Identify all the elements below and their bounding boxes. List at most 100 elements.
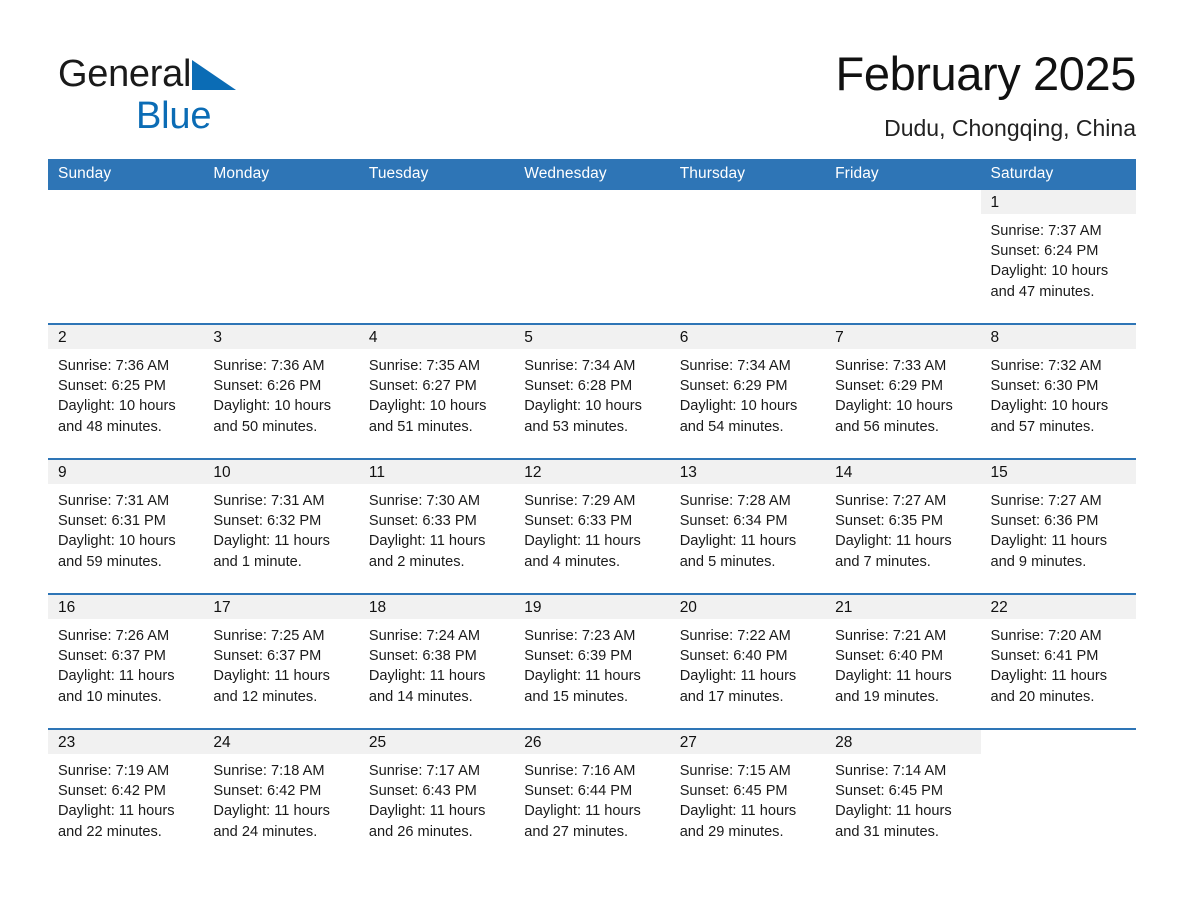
day-number: 26 bbox=[514, 730, 670, 754]
calendar-day-cell[interactable]: 6 Sunrise: 7:34 AM Sunset: 6:29 PM Daylight… bbox=[669, 323, 826, 459]
calendar-day-cell[interactable]: 26 Sunrise: 7:16 AM Sunset: 6:44 PM Dayligh… bbox=[514, 728, 670, 863]
calendar-day-cell[interactable]: 1 Sunrise: 7:37 AM Sunset: 6:24 PM Daylight… bbox=[980, 190, 1136, 324]
calendar-cell-empty bbox=[825, 190, 980, 324]
day-cell-inner: 6 Sunrise: 7:34 AM Sunset: 6:29 PM Daylight… bbox=[669, 325, 826, 458]
daylight-text-line2: and 15 minutes. bbox=[524, 688, 629, 705]
calendar-day-cell[interactable]: 22 Sunrise: 7:20 AM Sunset: 6:41 PM Dayligh… bbox=[980, 593, 1136, 729]
calendar-cell-empty bbox=[980, 728, 1136, 863]
sunrise-text: Sunrise: 7:18 AM bbox=[213, 763, 325, 779]
daylight-text-line2: and 57 minutes. bbox=[990, 418, 1095, 435]
daylight-text-line2: and 7 minutes. bbox=[835, 553, 931, 570]
day-number: 22 bbox=[980, 595, 1136, 619]
daylight-text-line2: and 10 minutes. bbox=[58, 688, 162, 705]
daylight-text-line1: Daylight: 10 hours bbox=[679, 398, 798, 415]
calendar-day-cell[interactable]: 7 Sunrise: 7:33 AM Sunset: 6:29 PM Daylight… bbox=[825, 323, 981, 459]
sunrise-text: Sunrise: 7:31 AM bbox=[213, 493, 325, 509]
day-number: 7 bbox=[825, 325, 981, 349]
calendar-day-cell[interactable]: 15 Sunrise: 7:27 AM Sunset: 6:36 PM Dayligh… bbox=[980, 458, 1136, 594]
daylight-text-line2: and 29 minutes. bbox=[679, 823, 784, 840]
calendar-day-cell[interactable]: 14 Sunrise: 7:27 AM Sunset: 6:35 PM Dayligh… bbox=[825, 458, 981, 594]
day-cell-inner: 27 Sunrise: 7:15 AM Sunset: 6:45 PM Dayligh… bbox=[669, 730, 826, 863]
day-cell-inner: 11 Sunrise: 7:30 AM Sunset: 6:33 PM Dayligh… bbox=[358, 460, 515, 593]
day-number: 17 bbox=[203, 595, 359, 619]
daylight-text-line2: and 24 minutes. bbox=[213, 823, 318, 840]
calendar-day-cell[interactable]: 25 Sunrise: 7:17 AM Sunset: 6:43 PM Dayligh… bbox=[358, 728, 515, 863]
calendar-day-cell[interactable]: 28 Sunrise: 7:14 AM Sunset: 6:45 PM Dayligh… bbox=[825, 728, 981, 863]
calendar-day-cell[interactable]: 20 Sunrise: 7:22 AM Sunset: 6:40 PM Dayligh… bbox=[669, 593, 826, 729]
sunset-text: Sunset: 6:42 PM bbox=[213, 783, 322, 800]
calendar-cell-empty bbox=[514, 190, 669, 324]
brand-name-general: General bbox=[58, 53, 192, 95]
sunset-text: Sunset: 6:43 PM bbox=[368, 783, 477, 800]
sunset-text: Sunset: 6:40 PM bbox=[835, 648, 944, 665]
day-details: Sunrise: 7:36 AM Sunset: 6:25 PM Daylight:… bbox=[48, 349, 203, 437]
calendar-day-cell[interactable]: 2 Sunrise: 7:36 AM Sunset: 6:25 PM Daylight… bbox=[48, 323, 204, 459]
day-cell-inner: 5 Sunrise: 7:34 AM Sunset: 6:28 PM Daylight… bbox=[514, 325, 670, 458]
calendar-day-cell[interactable]: 18 Sunrise: 7:24 AM Sunset: 6:38 PM Dayligh… bbox=[358, 593, 515, 729]
brand-logo[interactable]: General Blue bbox=[58, 52, 348, 138]
calendar-cell-empty bbox=[359, 190, 514, 324]
day-cell-inner bbox=[670, 190, 825, 323]
day-cell-inner bbox=[514, 190, 669, 323]
day-cell-inner: 25 Sunrise: 7:17 AM Sunset: 6:43 PM Dayligh… bbox=[358, 730, 515, 863]
sunrise-text: Sunrise: 7:34 AM bbox=[524, 358, 636, 374]
sunrise-text: Sunrise: 7:24 AM bbox=[368, 628, 480, 644]
sunset-text: Sunset: 6:36 PM bbox=[990, 513, 1099, 530]
daylight-text-line2: and 53 minutes. bbox=[524, 418, 629, 435]
daylight-text-line1: Daylight: 11 hours bbox=[213, 533, 330, 550]
day-cell-inner: 10 Sunrise: 7:31 AM Sunset: 6:32 PM Dayligh… bbox=[203, 460, 359, 593]
day-details: Sunrise: 7:23 AM Sunset: 6:39 PM Daylight:… bbox=[514, 619, 669, 707]
calendar-day-cell[interactable]: 5 Sunrise: 7:34 AM Sunset: 6:28 PM Daylight… bbox=[514, 323, 670, 459]
daylight-text-line1: Daylight: 11 hours bbox=[368, 803, 486, 820]
daylight-text-line2: and 56 minutes. bbox=[835, 418, 939, 435]
sunset-text: Sunset: 6:45 PM bbox=[679, 783, 788, 800]
calendar-day-cell[interactable]: 24 Sunrise: 7:18 AM Sunset: 6:42 PM Dayligh… bbox=[203, 728, 359, 863]
calendar-day-cell[interactable]: 21 Sunrise: 7:21 AM Sunset: 6:40 PM Dayligh… bbox=[825, 593, 981, 729]
calendar-day-cell[interactable]: 13 Sunrise: 7:28 AM Sunset: 6:34 PM Dayligh… bbox=[669, 458, 826, 594]
calendar-day-cell[interactable]: 4 Sunrise: 7:35 AM Sunset: 6:27 PM Daylight… bbox=[358, 323, 515, 459]
calendar-day-cell[interactable]: 23 Sunrise: 7:19 AM Sunset: 6:42 PM Dayligh… bbox=[48, 728, 204, 863]
sunset-text: Sunset: 6:29 PM bbox=[835, 378, 944, 395]
day-cell-inner: 7 Sunrise: 7:33 AM Sunset: 6:29 PM Daylight… bbox=[825, 325, 981, 458]
calendar-day-cell[interactable]: 16 Sunrise: 7:26 AM Sunset: 6:37 PM Dayligh… bbox=[48, 593, 204, 729]
daylight-text-line2: and 31 minutes. bbox=[835, 823, 939, 840]
day-number: 1 bbox=[980, 190, 1136, 214]
calendar-week-row: 2 Sunrise: 7:36 AM Sunset: 6:25 PM Daylight… bbox=[48, 323, 1136, 459]
sunrise-text: Sunrise: 7:26 AM bbox=[58, 628, 170, 644]
sunrise-text: Sunrise: 7:17 AM bbox=[368, 763, 480, 779]
daylight-text-line1: Daylight: 11 hours bbox=[835, 533, 952, 550]
calendar-day-cell[interactable]: 10 Sunrise: 7:31 AM Sunset: 6:32 PM Dayligh… bbox=[203, 458, 359, 594]
day-number bbox=[48, 190, 203, 214]
brand-logo-top-row: General bbox=[58, 52, 348, 96]
calendar-day-cell[interactable]: 8 Sunrise: 7:32 AM Sunset: 6:30 PM Daylight… bbox=[980, 323, 1136, 459]
day-number: 23 bbox=[48, 730, 204, 754]
calendar-day-cell[interactable]: 11 Sunrise: 7:30 AM Sunset: 6:33 PM Dayligh… bbox=[358, 458, 515, 594]
sunrise-text: Sunrise: 7:33 AM bbox=[835, 358, 947, 374]
day-number: 27 bbox=[669, 730, 826, 754]
sunset-text: Sunset: 6:26 PM bbox=[213, 378, 322, 395]
day-details: Sunrise: 7:16 AM Sunset: 6:44 PM Daylight:… bbox=[514, 754, 669, 842]
daylight-text-line1: Daylight: 11 hours bbox=[835, 803, 952, 820]
daylight-text-line2: and 4 minutes. bbox=[524, 553, 620, 570]
calendar-day-cell[interactable]: 17 Sunrise: 7:25 AM Sunset: 6:37 PM Dayligh… bbox=[203, 593, 359, 729]
weekday-header-friday: Friday bbox=[825, 159, 981, 190]
sunrise-text: Sunrise: 7:19 AM bbox=[58, 763, 170, 779]
daylight-text-line1: Daylight: 10 hours bbox=[524, 398, 642, 415]
day-number: 14 bbox=[825, 460, 981, 484]
weekday-header-thursday: Thursday bbox=[669, 159, 826, 190]
daylight-text-line1: Daylight: 10 hours bbox=[368, 398, 487, 415]
day-number bbox=[359, 190, 514, 214]
daylight-text-line2: and 12 minutes. bbox=[213, 688, 318, 705]
calendar-day-cell[interactable]: 3 Sunrise: 7:36 AM Sunset: 6:26 PM Daylight… bbox=[203, 323, 359, 459]
daylight-text-line1: Daylight: 11 hours bbox=[524, 803, 641, 820]
calendar-day-cell[interactable]: 27 Sunrise: 7:15 AM Sunset: 6:45 PM Dayligh… bbox=[669, 728, 826, 863]
calendar-day-cell[interactable]: 12 Sunrise: 7:29 AM Sunset: 6:33 PM Dayligh… bbox=[514, 458, 670, 594]
sunrise-text: Sunrise: 7:36 AM bbox=[213, 358, 325, 374]
sunset-text: Sunset: 6:24 PM bbox=[990, 243, 1099, 260]
calendar-day-cell[interactable]: 19 Sunrise: 7:23 AM Sunset: 6:39 PM Dayligh… bbox=[514, 593, 670, 729]
calendar-day-cell[interactable]: 9 Sunrise: 7:31 AM Sunset: 6:31 PM Daylight… bbox=[48, 458, 204, 594]
day-number: 21 bbox=[825, 595, 981, 619]
sunset-text: Sunset: 6:37 PM bbox=[213, 648, 322, 665]
sunrise-text: Sunrise: 7:22 AM bbox=[679, 628, 791, 644]
daylight-text-line2: and 1 minute. bbox=[213, 553, 302, 570]
